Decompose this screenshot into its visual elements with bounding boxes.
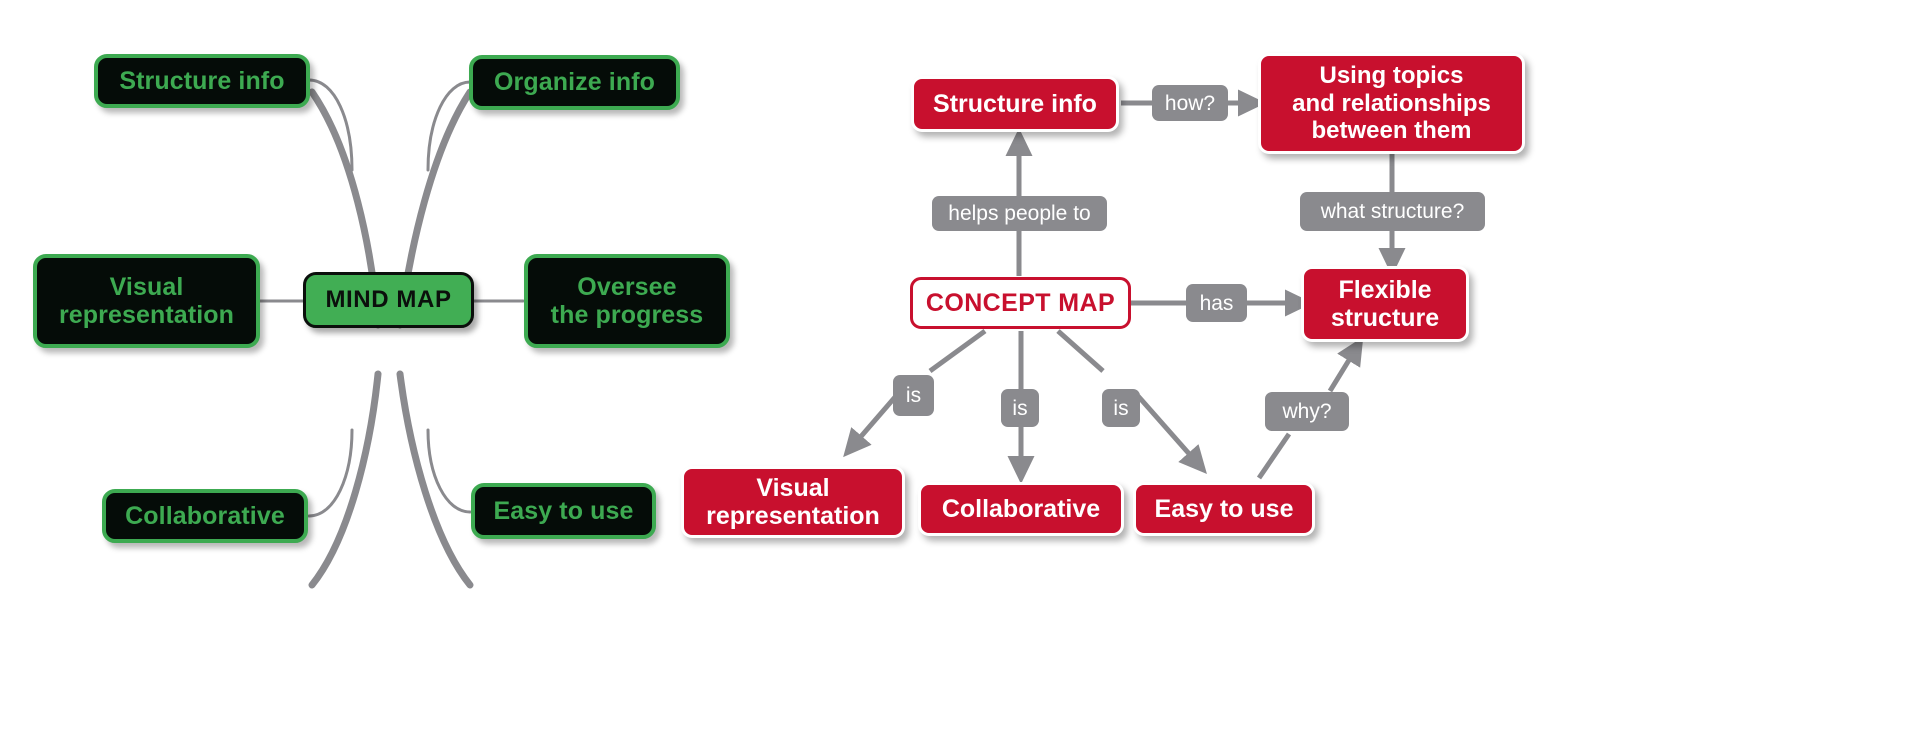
conceptmap-node-label: Visual representation [706,473,880,531]
mindmap-node-visual-representation[interactable]: Visual representation [33,254,260,348]
conceptmap-node-label: Using topics and relationships between the… [1292,62,1491,145]
mindmap-node-easy-to-use[interactable]: Easy to use [471,483,656,539]
conceptmap-node-structure-info[interactable]: Structure info [911,76,1119,132]
conceptmap-node-label: Structure info [933,89,1097,118]
mindmap-node-label: Collaborative [125,501,285,530]
mindmap-node-structure-info[interactable]: Structure info [94,54,310,108]
relationship-label: how? [1164,91,1216,115]
conceptmap-node-easy-to-use[interactable]: Easy to use [1133,482,1315,536]
relationship-helps-people-to[interactable]: helps people to [932,196,1107,231]
relationship-label: what structure? [1320,200,1465,223]
relationship-what-structure[interactable]: what structure? [1300,192,1485,231]
mindmap-center-node[interactable]: MIND MAP [303,272,474,328]
relationship-label: has [1199,291,1234,315]
conceptmap-node-flexible-structure[interactable]: Flexible structure [1301,266,1469,342]
mindmap-node-label: Structure info [119,66,285,95]
mindmap-node-collaborative[interactable]: Collaborative [102,489,308,543]
relationship-how[interactable]: how? [1152,85,1228,121]
mindmap-node-label: Easy to use [493,496,634,525]
relationship-label: is [905,384,922,407]
conceptmap-center-node[interactable]: CONCEPT MAP [910,277,1131,329]
relationship-is-collaborative[interactable]: is [1001,389,1039,427]
relationship-is-easy[interactable]: is [1102,389,1140,427]
conceptmap-node-collaborative[interactable]: Collaborative [918,482,1124,536]
conceptmap-node-visual-representation[interactable]: Visual representation [681,466,905,538]
relationship-label: why? [1282,400,1332,423]
relationship-is-visual[interactable]: is [893,375,934,416]
relationship-label: is [1113,396,1129,420]
diagram-canvas: Structure info Organize info Visual repre… [0,0,1915,754]
conceptmap-node-label: Easy to use [1154,494,1294,523]
mindmap-center-label: MIND MAP [325,286,452,314]
conceptmap-center-label: CONCEPT MAP [925,288,1116,317]
conceptmap-node-label: Collaborative [941,494,1101,523]
relationship-label: helps people to [948,202,1091,225]
conceptmap-node-label: Flexible structure [1330,275,1440,333]
relationship-label: is [1012,396,1028,420]
mindmap-node-organize-info[interactable]: Organize info [469,55,680,110]
conceptmap-node-using-topics[interactable]: Using topics and relationships between the… [1258,53,1525,154]
mindmap-node-label: Visual representation [58,272,235,330]
mindmap-node-oversee-progress[interactable]: Oversee the progress [524,254,730,348]
mindmap-node-label: Oversee the progress [550,272,704,330]
relationship-has[interactable]: has [1186,284,1247,322]
mindmap-node-label: Organize info [493,68,656,97]
relationship-why[interactable]: why? [1265,392,1349,431]
